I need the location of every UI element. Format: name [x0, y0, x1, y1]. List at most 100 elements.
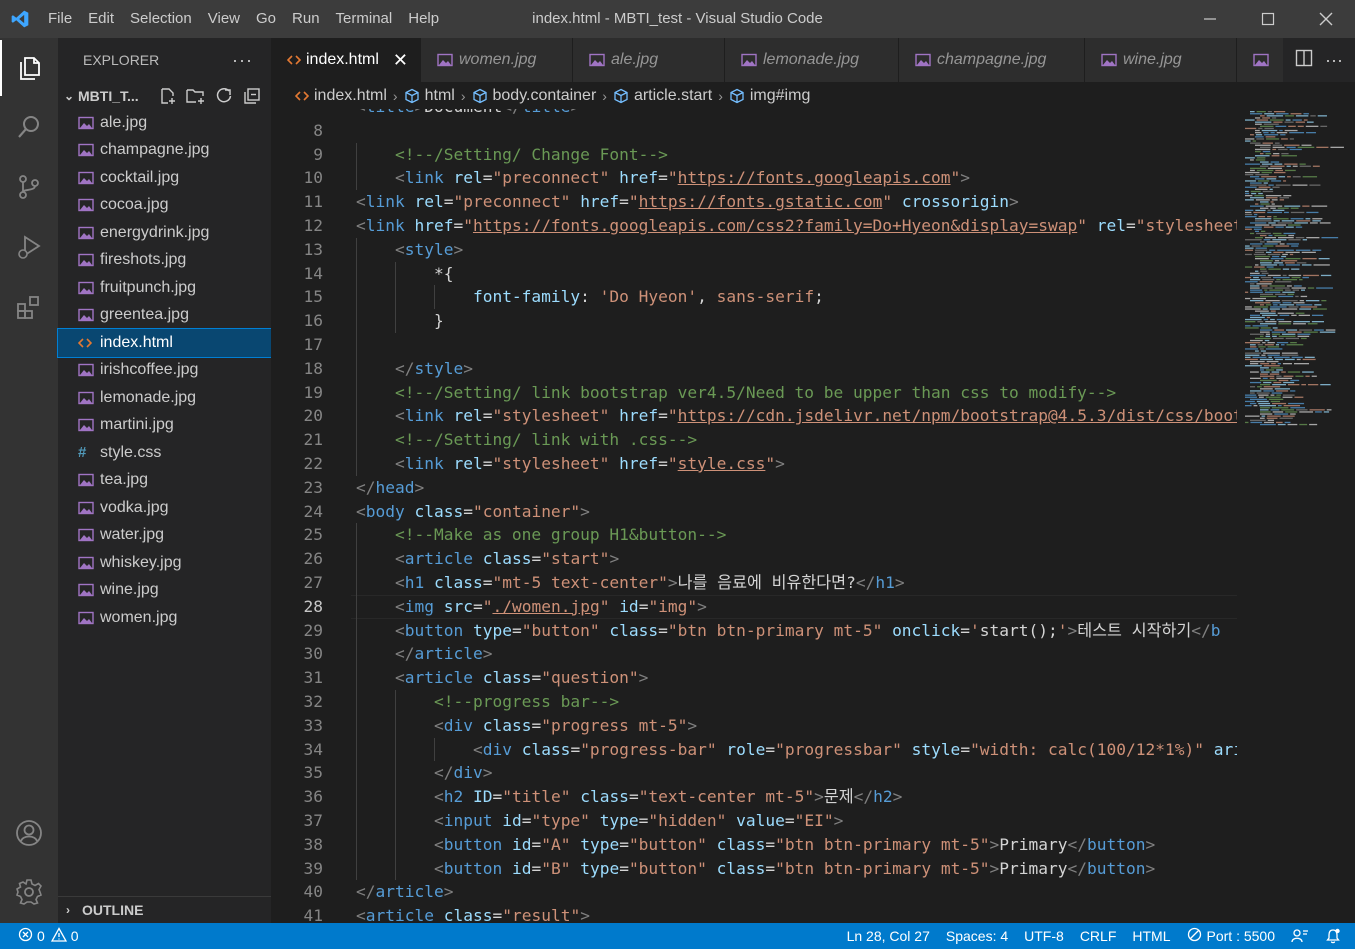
minimap-line — [1273, 218, 1289, 220]
tab-overflow[interactable] — [1237, 38, 1287, 82]
menu-go[interactable]: Go — [248, 0, 284, 38]
minimap-line — [1245, 226, 1262, 228]
account-icon[interactable] — [0, 805, 58, 861]
tab-women-jpg[interactable]: women.jpg — [421, 38, 573, 82]
minimap[interactable] — [1237, 109, 1355, 923]
file-item[interactable]: irishcoffee.jpg — [58, 357, 271, 385]
feedback-icon[interactable] — [1283, 923, 1317, 949]
cursor-position[interactable]: Ln 28, Col 27 — [839, 923, 938, 949]
manage-gear-icon[interactable] — [0, 864, 58, 920]
minimize-icon[interactable] — [1181, 0, 1239, 38]
search-icon[interactable] — [0, 99, 58, 155]
run-debug-icon[interactable] — [0, 219, 58, 275]
file-item[interactable]: martini.jpg — [58, 412, 271, 440]
collapse-all-icon[interactable] — [241, 85, 263, 107]
notifications-bell-icon[interactable] — [1317, 923, 1349, 949]
source-control-icon[interactable] — [0, 159, 58, 215]
minimap-line — [1306, 121, 1314, 123]
breadcrumb-item[interactable]: img#img — [729, 87, 810, 105]
code-editor[interactable]: <title>Document</title> 8 9 <!--/Setting… — [271, 109, 1237, 923]
menu-selection[interactable]: Selection — [122, 0, 200, 38]
minimap-line — [1273, 381, 1282, 384]
file-item[interactable]: fireshots.jpg — [58, 247, 271, 275]
tab-index-html[interactable]: index.html ✕ — [271, 38, 421, 82]
menu-help[interactable]: Help — [400, 0, 447, 38]
minimap-line — [1250, 283, 1255, 285]
menu-view[interactable]: View — [200, 0, 248, 38]
minimap-line — [1255, 132, 1262, 134]
file-item[interactable]: energydrink.jpg — [58, 219, 271, 247]
refresh-icon[interactable] — [213, 85, 235, 107]
minimap-line — [1274, 163, 1283, 165]
live-server-port[interactable]: Port : 5500 — [1179, 923, 1284, 949]
problems-status[interactable]: 0 0 — [10, 923, 87, 949]
file-item[interactable]: women.jpg — [58, 604, 271, 632]
split-editor-icon[interactable] — [1295, 49, 1313, 72]
minimap-line — [1250, 190, 1261, 193]
file-item[interactable]: index.html — [57, 328, 272, 358]
minimap-line — [1265, 195, 1282, 197]
file-item[interactable]: # style.css — [58, 439, 271, 467]
more-editor-actions-icon[interactable]: ··· — [1325, 50, 1343, 71]
tab-lemonade-jpg[interactable]: lemonade.jpg — [725, 38, 899, 82]
minimap-line — [1272, 117, 1277, 119]
minimap-line — [1266, 316, 1271, 319]
minimap-line — [1245, 239, 1262, 241]
new-folder-icon[interactable] — [185, 85, 207, 107]
minimap-line — [1273, 262, 1283, 264]
more-actions-icon[interactable]: ··· — [232, 50, 253, 71]
minimap-line — [1260, 327, 1271, 329]
explorer-icon[interactable] — [0, 40, 58, 96]
file-item[interactable]: fruitpunch.jpg — [58, 274, 271, 302]
file-item[interactable]: vodka.jpg — [58, 494, 271, 522]
indentation[interactable]: Spaces: 4 — [938, 923, 1016, 949]
minimap-line — [1277, 312, 1294, 314]
breadcrumb-item[interactable]: index.html — [295, 87, 387, 105]
file-item[interactable]: lemonade.jpg — [58, 384, 271, 412]
minimap-line — [1251, 192, 1257, 195]
maximize-icon[interactable] — [1239, 0, 1297, 38]
minimap-line — [1263, 123, 1279, 125]
file-item[interactable]: wine.jpg — [58, 577, 271, 605]
breadcrumb-item[interactable]: html — [404, 87, 455, 105]
file-item[interactable]: greentea.jpg — [58, 302, 271, 330]
file-item[interactable]: cocktail.jpg — [58, 164, 271, 192]
tab-champagne-jpg[interactable]: champagne.jpg — [899, 38, 1085, 82]
new-file-icon[interactable] — [157, 85, 179, 107]
workspace-folder[interactable]: ⌄ MBTI_T... — [58, 82, 271, 109]
minimap-line — [1276, 421, 1283, 424]
file-item[interactable]: whiskey.jpg — [58, 549, 271, 577]
extensions-icon[interactable] — [0, 279, 58, 335]
minimap-line — [1260, 230, 1266, 232]
minimap-line — [1281, 409, 1295, 411]
menu-edit[interactable]: Edit — [80, 0, 122, 38]
minimap-line — [1265, 396, 1281, 398]
minimap-line — [1245, 348, 1259, 350]
tab-label: champagne.jpg — [937, 51, 1047, 68]
file-item[interactable]: tea.jpg — [58, 467, 271, 495]
menu-file[interactable]: File — [40, 0, 80, 38]
menu-terminal[interactable]: Terminal — [328, 0, 401, 38]
tab-wine-jpg[interactable]: wine.jpg — [1085, 38, 1237, 82]
encoding[interactable]: UTF-8 — [1016, 923, 1072, 949]
outline-section[interactable]: › OUTLINE — [58, 896, 271, 923]
breadcrumb-item[interactable]: article.start — [613, 87, 712, 105]
end-of-line[interactable]: CRLF — [1072, 923, 1125, 949]
close-window-icon[interactable] — [1297, 0, 1355, 38]
chevron-right-icon: › — [66, 903, 70, 917]
menu-run[interactable]: Run — [284, 0, 328, 38]
file-item[interactable]: cocoa.jpg — [58, 192, 271, 220]
image-file-icon — [78, 168, 100, 188]
file-item[interactable]: water.jpg — [58, 522, 271, 550]
minimap-line — [1260, 270, 1268, 272]
image-file-icon — [78, 580, 100, 600]
file-item[interactable]: ale.jpg — [58, 109, 271, 137]
breadcrumb-item[interactable]: body.container — [472, 87, 596, 105]
minimap-line — [1260, 161, 1269, 163]
minimap-line — [1267, 111, 1272, 113]
file-item[interactable]: champagne.jpg — [58, 137, 271, 165]
minimap-line — [1245, 400, 1255, 403]
tab-ale-jpg[interactable]: ale.jpg — [573, 38, 725, 82]
language-mode[interactable]: HTML — [1124, 923, 1178, 949]
tab-close-icon[interactable]: ✕ — [393, 50, 408, 71]
